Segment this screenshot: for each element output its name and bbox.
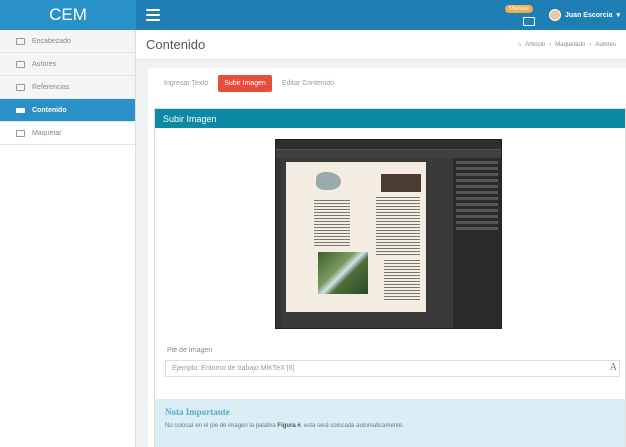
manual-button[interactable]: Manual	[505, 4, 539, 26]
content-card: Ingresar Texto Subir Imagen Editar Conte…	[148, 68, 626, 447]
page-title: Contenido	[146, 37, 206, 52]
tab-ingresar-texto[interactable]: Ingresar Texto	[158, 75, 214, 92]
avatar	[549, 9, 562, 21]
uploaded-image-preview[interactable]	[275, 139, 502, 329]
sidebar-item-encabezado[interactable]: Encabezado	[0, 30, 135, 53]
sidebar-item-label: Contenido	[32, 106, 67, 114]
navbar-right: Manual Juan Escorcia ▾	[505, 4, 626, 26]
preview-pull-quote	[286, 202, 308, 242]
home-icon: ⌂	[517, 41, 522, 48]
preview-text-column	[384, 260, 420, 302]
sidebar-item-maquetar[interactable]: Maquetar	[0, 122, 135, 145]
sidebar-item-contenido[interactable]: Contenido	[0, 99, 135, 122]
preview-text-column	[376, 197, 420, 257]
header-icon	[16, 37, 25, 45]
pencil-icon	[16, 83, 25, 91]
preview-toolbar	[276, 150, 501, 158]
page-header: Contenido ⌂ Articulo › Maquetado › Autor…	[136, 30, 626, 60]
preview-menubar	[276, 140, 501, 150]
upload-panel: Subir Imagen Pie de Imagen Ejemplo: Ento…	[154, 108, 626, 447]
preview-map-graphic	[316, 172, 341, 190]
preview-photo-graphic	[381, 174, 421, 192]
layout-icon	[16, 129, 25, 137]
preview-tools-panel	[276, 158, 282, 328]
preview-waterfall-photo	[318, 252, 368, 294]
menu-toggle-icon[interactable]	[146, 9, 160, 21]
chevron-right-icon: ›	[549, 41, 552, 48]
note-text-after: , esta será colocada automaticamente.	[300, 423, 404, 429]
sidebar-item-autores[interactable]: Autores	[0, 53, 135, 76]
tab-bar: Ingresar Texto Subir Imagen Editar Conte…	[148, 71, 626, 96]
chevron-right-icon: ›	[589, 41, 592, 48]
tab-editar-contenido[interactable]: Editar Contenido	[276, 75, 340, 92]
preview-text-column	[314, 200, 350, 248]
caption-input[interactable]: Ejemplo: Entorno de trabajo MiKTeX [6]	[165, 360, 620, 377]
brand-logo[interactable]: CEM	[0, 0, 136, 30]
note-title: Nota Importante	[165, 407, 230, 417]
user-menu[interactable]: Juan Escorcia ▾	[549, 9, 620, 21]
main-content: Contenido ⌂ Articulo › Maquetado › Autor…	[136, 30, 626, 447]
note-text-bold: Figura #	[277, 423, 301, 429]
sidebar-item-label: Referencias	[32, 83, 70, 91]
manual-badge: Manual	[505, 5, 533, 13]
breadcrumb-autores[interactable]: Autores	[595, 42, 616, 48]
book-icon	[523, 17, 536, 26]
preview-layers-panel	[453, 158, 501, 328]
breadcrumb-maquetado[interactable]: Maquetado	[555, 42, 585, 48]
sidebar-item-label: Encabezado	[32, 37, 71, 45]
list-icon	[16, 107, 25, 113]
sidebar-item-referencias[interactable]: Referencias	[0, 76, 135, 99]
panel-title: Subir Imagen	[155, 109, 625, 128]
sidebar-item-label: Maquetar	[32, 129, 62, 137]
top-navbar: CEM Manual Juan Escorcia ▾	[0, 0, 626, 30]
sidebar: Encabezado Autores Referencias Contenido…	[0, 30, 136, 447]
user-name: Juan Escorcia	[565, 11, 613, 19]
breadcrumb-articulo[interactable]: Articulo	[525, 42, 545, 48]
font-icon: A	[609, 362, 617, 373]
breadcrumb: ⌂ Articulo › Maquetado › Autores	[518, 42, 616, 48]
caret-down-icon: ▾	[616, 12, 620, 19]
preview-document-page	[286, 162, 426, 312]
caption-label: Pie de Imagen	[167, 347, 213, 354]
tab-subir-imagen[interactable]: Subir Imagen	[218, 75, 272, 92]
note-text: No colocar en el pie de imagen la palabr…	[165, 423, 615, 429]
users-icon	[16, 60, 25, 68]
sidebar-item-label: Autores	[32, 60, 57, 68]
important-note: Nota Importante No colocar en el pie de …	[155, 399, 625, 447]
note-text-before: No colocar en el pie de imagen la palabr…	[165, 423, 278, 429]
